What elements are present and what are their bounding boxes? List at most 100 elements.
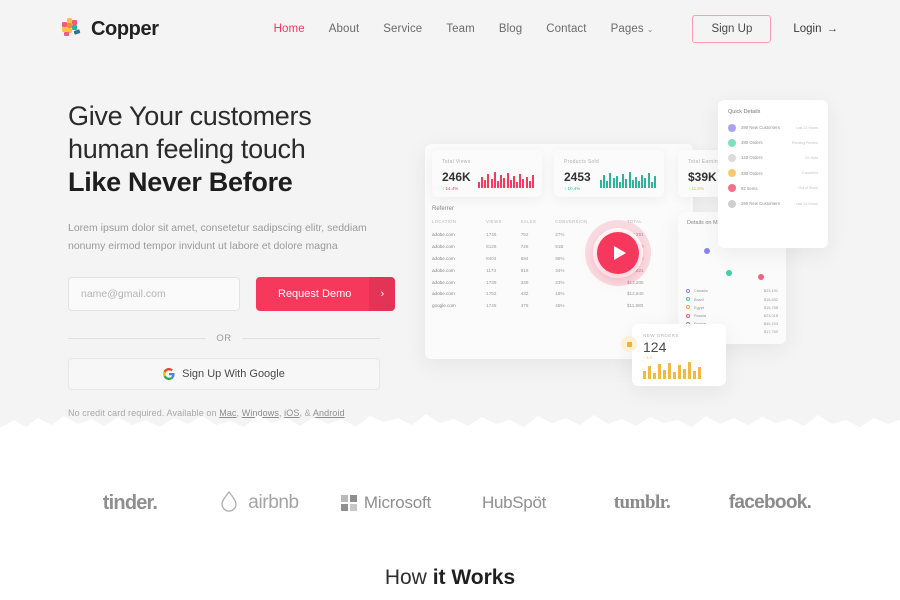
legend-label: Egypt xyxy=(694,304,704,310)
hero-paragraph: Lorem ipsum dolor sit amet, consetetur s… xyxy=(68,222,367,252)
play-button-icon[interactable] xyxy=(597,232,639,274)
legend-dot-icon xyxy=(686,297,690,302)
nav-link-contact[interactable]: Contact xyxy=(534,23,598,35)
table-cell: adobe.com xyxy=(432,244,455,250)
brand-logo[interactable]: Copper xyxy=(62,18,159,41)
logo-tinder-text: tinder. xyxy=(102,491,158,514)
table-cell: 619 xyxy=(520,267,529,273)
list-item-label: 92 Items xyxy=(741,185,758,191)
map-pin-icon xyxy=(726,270,732,276)
fineprint-amp: & xyxy=(304,408,313,418)
landing-page: Copper Home About Service Team Blog Cont… xyxy=(0,0,900,600)
list-item[interactable]: 290 New Customers Last 24 Hours xyxy=(718,196,828,211)
nav-link-service[interactable]: Service xyxy=(371,23,434,35)
nav-link-home[interactable]: Home xyxy=(262,23,317,35)
email-field[interactable] xyxy=(68,277,240,311)
page-title: Give Your customers human feeling touch … xyxy=(68,100,398,199)
legend-label: Canada xyxy=(694,288,708,294)
new-orders-caption: NEW ORDERS xyxy=(643,333,680,338)
table-cell: adobe.com xyxy=(432,267,455,273)
table-cell: 45% xyxy=(555,303,565,309)
table-cell: $12,640 xyxy=(626,291,644,297)
signup-button[interactable]: Sign Up xyxy=(692,15,772,43)
logo-microsoft: Microsoft xyxy=(322,493,450,513)
table-cell: 339 xyxy=(520,279,529,285)
legend-item: Egypt $15,758 xyxy=(686,303,778,311)
heading-line-1: Give Your customers xyxy=(68,101,312,131)
logo-hubspot: HubSpöt xyxy=(450,493,578,513)
divider-line-left xyxy=(68,338,207,339)
brand-name: Copper xyxy=(91,17,159,40)
video-play-control[interactable] xyxy=(585,220,651,286)
fineprint: No credit card required. Available on Ma… xyxy=(68,408,345,418)
new-orders-value: 124 xyxy=(643,339,667,355)
list-item[interactable]: 92 Items Out of Stock xyxy=(718,181,828,196)
request-demo-label: Request Demo xyxy=(278,288,352,300)
list-item-time: Cancelled xyxy=(802,171,818,176)
platform-link-android[interactable]: Android xyxy=(313,408,345,418)
legend-value: $49,193 xyxy=(763,321,778,327)
play-triangle-icon xyxy=(614,246,626,260)
list-item[interactable]: 480 Orders Cancelled xyxy=(718,166,828,181)
table-cell: google.com xyxy=(432,303,456,309)
list-item-label: 480 Orders xyxy=(741,170,763,176)
column-header: SALES xyxy=(520,219,537,224)
table-cell: 475 xyxy=(520,303,529,309)
referrer-table-title: Referrer xyxy=(432,206,455,212)
legend-item: Brazil $18,832 xyxy=(686,295,778,303)
quick-details-panel: Quick Details 290 New Customers Last 24 H… xyxy=(718,100,828,248)
logo-facebook-text: facebook. xyxy=(728,492,812,513)
google-button-label: Sign Up With Google xyxy=(182,368,285,380)
heading-line-2: human feeling touch xyxy=(68,134,306,164)
signup-form: Request Demo › xyxy=(68,277,398,311)
how-it-works-bold: it Works xyxy=(432,566,516,589)
map-pin-icon xyxy=(758,274,764,280)
nav-link-team[interactable]: Team xyxy=(434,23,487,35)
new-orders-bar-chart xyxy=(643,361,701,379)
table-row: google.com 1745 475 45% $11,980 xyxy=(432,300,664,312)
logo-airbnb-text: airbnb xyxy=(248,492,299,513)
legend-value: $23,191 xyxy=(763,288,778,294)
request-demo-button[interactable]: Request Demo › xyxy=(256,277,396,311)
platform-link-windows[interactable]: Windows xyxy=(242,408,279,418)
stat-card-products-sold: Products Sold 2453 ↑ 10.4% xyxy=(554,150,664,197)
list-item-time: Pending Review xyxy=(792,140,818,145)
stat-card-total-views: Total Views 246K ↑ 14.4% xyxy=(432,150,542,197)
nav-link-label: Team xyxy=(446,23,475,35)
table-cell: adobe.com xyxy=(432,291,455,297)
legend-item: Canada $23,191 xyxy=(686,287,778,295)
list-item-label: 480 Orders xyxy=(741,140,763,146)
new-orders-delta: ↑ 2.3 xyxy=(643,355,652,360)
platform-link-ios[interactable]: iOS xyxy=(284,408,299,418)
table-row: adobe.com 1752 432 18% $12,640 xyxy=(432,288,664,300)
login-button[interactable]: Login → xyxy=(793,23,838,35)
table-cell: adobe.com xyxy=(432,255,455,261)
list-item-label: 290 New Customers xyxy=(741,125,780,131)
table-cell: adobe.com xyxy=(432,232,455,238)
sparkline-total-views xyxy=(477,170,534,188)
list-item-label: 120 Orders xyxy=(741,155,763,161)
nav-link-blog[interactable]: Blog xyxy=(487,23,534,35)
list-item[interactable]: 120 Orders On Hold xyxy=(718,150,828,165)
signup-with-google-button[interactable]: Sign Up With Google xyxy=(68,358,380,390)
list-item[interactable]: 480 Orders Pending Review xyxy=(718,135,828,150)
logo-microsoft-text: Microsoft xyxy=(363,493,432,512)
nav-link-pages[interactable]: Pages ⌄ xyxy=(599,23,666,35)
heading-line-3: Like Never Before xyxy=(68,167,293,197)
nav-link-label: Pages xyxy=(610,23,644,35)
platform-link-mac[interactable]: Mac xyxy=(219,408,236,418)
google-icon xyxy=(163,368,175,380)
logo-tumblr: tumblr. xyxy=(578,492,706,514)
partner-logos-row: tinder. airbnb Microsoft HubSpöt tumblr.… xyxy=(0,478,900,528)
sparkline-products-sold xyxy=(599,170,656,188)
list-item[interactable]: 290 New Customers Last 24 Hours xyxy=(718,120,828,135)
chevron-right-icon: › xyxy=(369,277,396,311)
status-dot-icon xyxy=(728,138,736,147)
list-item-time: Last 24 Hours xyxy=(795,201,818,206)
nav-link-label: Home xyxy=(273,23,305,35)
list-item-time: Out of Stock xyxy=(798,186,818,191)
nav-link-about[interactable]: About xyxy=(317,23,372,35)
nav-link-label: About xyxy=(328,23,360,35)
divider-line-right xyxy=(241,338,380,339)
quick-details-list: 290 New Customers Last 24 Hours 480 Orders… xyxy=(718,120,828,211)
